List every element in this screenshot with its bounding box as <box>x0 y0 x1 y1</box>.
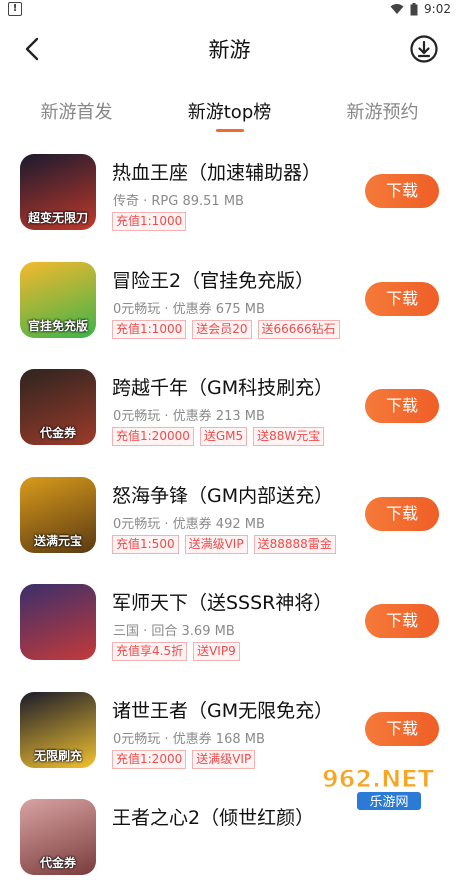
status-time: 9:02 <box>424 2 451 16</box>
game-title[interactable]: 热血王座（加速辅助器） <box>112 158 321 185</box>
game-tags: 充值1:2000 送满级VIP <box>112 749 256 769</box>
header: 新游 <box>0 20 459 80</box>
game-meta: 0元畅玩 · 优惠券 675 MB <box>113 301 265 317</box>
game-app-icon[interactable]: 送满元宝 <box>20 476 96 553</box>
promo-tag: 充值1:20000 <box>112 427 194 446</box>
game-app-icon[interactable]: 无限刷充 <box>20 691 96 768</box>
game-list-item[interactable]: 送满元宝 怒海争锋（GM内部送充） 0元畅玩 · 优惠券 492 MB 充值1:500… <box>0 463 459 571</box>
tab-new-top[interactable]: 新游top榜 <box>153 80 306 140</box>
download-button[interactable]: 下载 <box>365 711 439 746</box>
game-tags: 充值1:20000 送GM5 送88W元宝 <box>112 427 325 446</box>
page-title: 新游 <box>208 38 251 62</box>
game-tags: 充值1:500 送满级VIP 送88888雷金 <box>112 534 336 554</box>
game-title[interactable]: 诸世王者（GM无限免充） <box>112 696 333 723</box>
game-meta: 0元畅玩 · 优惠券 168 MB <box>113 731 265 747</box>
promo-tag: 充值1:500 <box>112 534 179 554</box>
promo-tag: 送满级VIP <box>184 534 248 554</box>
game-list-item[interactable]: 军师天下（送SSSR神将） 三国 · 回合 3.69 MB 充值享4.5折 送VIP9… <box>0 570 459 678</box>
promo-tag: 送88888雷金 <box>253 534 336 554</box>
download-manager-icon[interactable] <box>409 34 439 64</box>
site-watermark-logo: 962.NET 乐游网 <box>321 765 435 810</box>
promo-tag: 充值享4.5折 <box>112 642 188 661</box>
warning-icon: ! <box>8 2 22 16</box>
game-tags: 充值享4.5折 送VIP9 <box>112 642 240 661</box>
wifi-icon <box>390 4 404 14</box>
promo-tag: 送会员20 <box>192 319 252 339</box>
svg-text:962.NET: 962.NET <box>322 765 435 793</box>
game-title[interactable]: 怒海争锋（GM内部送充） <box>112 481 333 508</box>
game-list-item[interactable]: 代金券 跨越千年（GM科技刷充） 0元畅玩 · 优惠券 213 MB 充值1:2000… <box>0 355 459 463</box>
status-bar: ! 9:02 <box>0 0 459 20</box>
download-button[interactable]: 下载 <box>365 389 439 423</box>
game-tags: 充值1:1000 <box>112 212 187 231</box>
game-meta: 三国 · 回合 3.69 MB <box>113 624 235 639</box>
game-icon-caption: 送满元宝 <box>33 533 82 548</box>
game-list-item[interactable]: 超变无限刀 热血王座（加速辅助器） 传奇 · RPG 89.51 MB 充值1:100… <box>0 140 459 248</box>
svg-text:乐游网: 乐游网 <box>369 795 408 810</box>
game-icon-caption: 无限刷充 <box>33 748 82 763</box>
tab-new-reservation[interactable]: 新游预约 <box>306 80 459 140</box>
promo-tag: 送VIP9 <box>193 642 240 661</box>
promo-tag: 充值1:2000 <box>112 749 187 769</box>
game-app-icon[interactable]: 代金券 <box>20 799 96 875</box>
game-tags: 充值1:1000 送会员20 送66666钻石 <box>112 319 340 339</box>
game-icon-caption: 官挂免充版 <box>27 318 88 333</box>
promo-tag: 送66666钻石 <box>257 319 340 339</box>
game-title[interactable]: 跨越千年（GM科技刷充） <box>112 373 333 400</box>
game-meta: 传奇 · RPG 89.51 MB <box>113 194 244 209</box>
game-icon-caption: 代金券 <box>39 856 76 870</box>
promo-tag: 送GM5 <box>199 427 248 446</box>
game-title[interactable]: 军师天下（送SSSR神将） <box>112 588 332 615</box>
game-app-icon[interactable] <box>20 584 96 660</box>
tab-new-release[interactable]: 新游首发 <box>0 80 153 140</box>
promo-tag: 送88W元宝 <box>253 427 325 446</box>
game-icon-caption: 代金券 <box>39 426 76 440</box>
game-app-icon[interactable]: 超变无限刀 <box>20 154 96 230</box>
game-app-icon[interactable]: 代金券 <box>20 369 96 445</box>
game-icon-caption: 超变无限刀 <box>27 211 88 225</box>
game-list-item[interactable]: 官挂免充版 冒险王2（官挂免充版） 0元畅玩 · 优惠券 675 MB 充值1:100… <box>0 248 459 356</box>
download-button[interactable]: 下载 <box>365 281 439 316</box>
promo-tag: 充值1:1000 <box>112 212 187 231</box>
game-meta: 0元畅玩 · 优惠券 213 MB <box>113 409 265 424</box>
download-button[interactable]: 下载 <box>365 604 439 638</box>
tab-bar: 新游首发 新游top榜 新游预约 <box>0 80 459 140</box>
download-button[interactable]: 下载 <box>365 496 439 531</box>
game-meta: 0元畅玩 · 优惠券 492 MB <box>113 516 265 532</box>
game-title[interactable]: 冒险王2（官挂免充版） <box>112 266 314 293</box>
game-app-icon[interactable]: 官挂免充版 <box>20 261 96 338</box>
promo-tag: 充值1:1000 <box>112 319 187 339</box>
download-button[interactable]: 下载 <box>365 174 439 208</box>
battery-icon <box>410 2 418 15</box>
promo-tag: 送满级VIP <box>192 749 256 769</box>
